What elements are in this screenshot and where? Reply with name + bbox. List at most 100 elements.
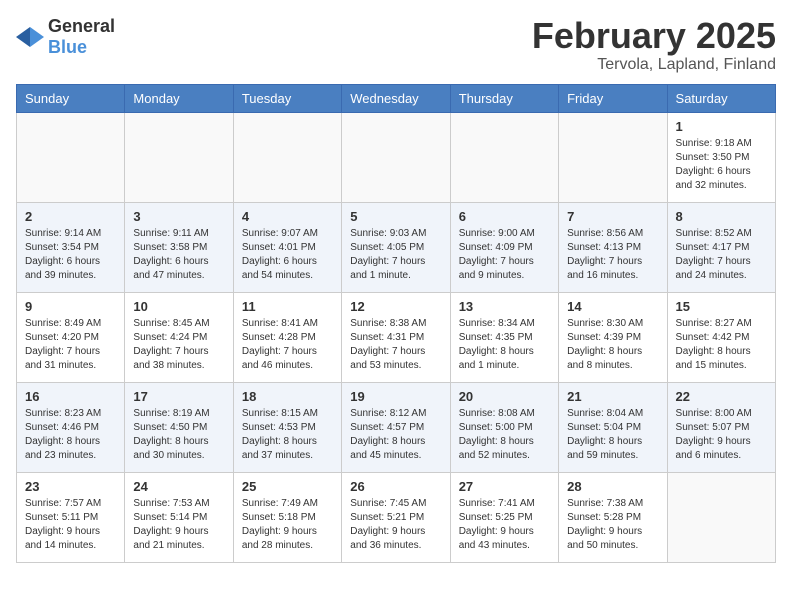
calendar-cell-2-4: 5 Sunrise: 9:03 AM Sunset: 4:05 PM Daylig… — [342, 202, 450, 292]
day-info: Sunrise: 8:34 AM Sunset: 4:35 PM Dayligh… — [459, 317, 550, 373]
day-info: Sunrise: 8:38 AM Sunset: 4:31 PM Dayligh… — [350, 317, 441, 373]
day-info: Sunrise: 8:08 AM Sunset: 5:00 PM Dayligh… — [459, 407, 550, 463]
calendar-cell-1-4 — [342, 112, 450, 202]
calendar-cell-2-3: 4 Sunrise: 9:07 AM Sunset: 4:01 PM Daylig… — [233, 202, 341, 292]
calendar-cell-4-1: 16 Sunrise: 8:23 AM Sunset: 4:46 PM Dayli… — [17, 382, 125, 472]
day-info: Sunrise: 8:04 AM Sunset: 5:04 PM Dayligh… — [567, 407, 658, 463]
weekday-header-saturday: Saturday — [667, 84, 775, 112]
day-number: 22 — [676, 389, 767, 404]
month-title: February 2025 — [532, 16, 776, 56]
day-number: 8 — [676, 209, 767, 224]
calendar-cell-2-1: 2Sunrise: 9:14 AM Sunset: 3:54 PM Daylig… — [17, 202, 125, 292]
day-number: 11 — [242, 299, 333, 314]
day-info: Sunrise: 7:53 AM Sunset: 5:14 PM Dayligh… — [133, 497, 224, 553]
calendar-cell-1-3 — [233, 112, 341, 202]
calendar-cell-4-5: 20 Sunrise: 8:08 AM Sunset: 5:00 PM Dayli… — [450, 382, 558, 472]
day-info: Sunrise: 7:41 AM Sunset: 5:25 PM Dayligh… — [459, 497, 550, 553]
weekday-header-monday: Monday — [125, 84, 233, 112]
day-number: 2 — [25, 209, 116, 224]
calendar-cell-1-2 — [125, 112, 233, 202]
logo-icon — [16, 25, 44, 49]
calendar-cell-3-5: 13 Sunrise: 8:34 AM Sunset: 4:35 PM Dayli… — [450, 292, 558, 382]
day-number: 6 — [459, 209, 550, 224]
day-info: Sunrise: 7:49 AM Sunset: 5:18 PM Dayligh… — [242, 497, 333, 553]
day-info: Sunrise: 8:00 AM Sunset: 5:07 PM Dayligh… — [676, 407, 767, 463]
calendar-cell-5-3: 25 Sunrise: 7:49 AM Sunset: 5:18 PM Dayli… — [233, 472, 341, 562]
calendar-cell-1-7: 1 Sunrise: 9:18 AM Sunset: 3:50 PM Daylig… — [667, 112, 775, 202]
day-info: Sunrise: 9:18 AM Sunset: 3:50 PM Dayligh… — [676, 137, 767, 193]
day-info: Sunrise: 8:23 AM Sunset: 4:46 PM Dayligh… — [25, 407, 116, 463]
day-number: 20 — [459, 389, 550, 404]
day-info: Sunrise: 8:41 AM Sunset: 4:28 PM Dayligh… — [242, 317, 333, 373]
day-info: Sunrise: 8:56 AM Sunset: 4:13 PM Dayligh… — [567, 227, 658, 283]
calendar-cell-1-5 — [450, 112, 558, 202]
calendar-cell-5-5: 27 Sunrise: 7:41 AM Sunset: 5:25 PM Dayli… — [450, 472, 558, 562]
day-info: Sunrise: 7:38 AM Sunset: 5:28 PM Dayligh… — [567, 497, 658, 553]
weekday-header-tuesday: Tuesday — [233, 84, 341, 112]
day-info: Sunrise: 9:11 AM Sunset: 3:58 PM Dayligh… — [133, 227, 224, 283]
calendar-cell-3-1: 9 Sunrise: 8:49 AM Sunset: 4:20 PM Daylig… — [17, 292, 125, 382]
calendar-cell-3-7: 15 Sunrise: 8:27 AM Sunset: 4:42 PM Dayli… — [667, 292, 775, 382]
calendar-cell-3-3: 11 Sunrise: 8:41 AM Sunset: 4:28 PM Dayli… — [233, 292, 341, 382]
calendar-cell-4-7: 22 Sunrise: 8:00 AM Sunset: 5:07 PM Dayli… — [667, 382, 775, 472]
day-info: Sunrise: 7:45 AM Sunset: 5:21 PM Dayligh… — [350, 497, 441, 553]
calendar-cell-3-4: 12 Sunrise: 8:38 AM Sunset: 4:31 PM Dayli… — [342, 292, 450, 382]
calendar-cell-4-6: 21 Sunrise: 8:04 AM Sunset: 5:04 PM Dayli… — [559, 382, 667, 472]
calendar-cell-5-7 — [667, 472, 775, 562]
logo-general-text: General — [48, 16, 115, 36]
logo-blue-text: Blue — [48, 37, 87, 57]
calendar-cell-5-2: 24 Sunrise: 7:53 AM Sunset: 5:14 PM Dayli… — [125, 472, 233, 562]
day-info: Sunrise: 8:19 AM Sunset: 4:50 PM Dayligh… — [133, 407, 224, 463]
day-number: 1 — [676, 119, 767, 134]
calendar-cell-5-4: 26 Sunrise: 7:45 AM Sunset: 5:21 PM Dayli… — [342, 472, 450, 562]
day-number: 12 — [350, 299, 441, 314]
calendar-cell-2-7: 8 Sunrise: 8:52 AM Sunset: 4:17 PM Daylig… — [667, 202, 775, 292]
day-number: 25 — [242, 479, 333, 494]
calendar-cell-2-5: 6 Sunrise: 9:00 AM Sunset: 4:09 PM Daylig… — [450, 202, 558, 292]
day-info: Sunrise: 8:12 AM Sunset: 4:57 PM Dayligh… — [350, 407, 441, 463]
calendar-cell-4-4: 19 Sunrise: 8:12 AM Sunset: 4:57 PM Dayli… — [342, 382, 450, 472]
calendar-cell-2-2: 3 Sunrise: 9:11 AM Sunset: 3:58 PM Daylig… — [125, 202, 233, 292]
calendar-cell-4-2: 17 Sunrise: 8:19 AM Sunset: 4:50 PM Dayli… — [125, 382, 233, 472]
day-number: 21 — [567, 389, 658, 404]
day-number: 5 — [350, 209, 441, 224]
day-number: 15 — [676, 299, 767, 314]
day-number: 10 — [133, 299, 224, 314]
day-number: 9 — [25, 299, 116, 314]
day-number: 24 — [133, 479, 224, 494]
day-info: Sunrise: 8:49 AM Sunset: 4:20 PM Dayligh… — [25, 317, 116, 373]
calendar-cell-1-6 — [559, 112, 667, 202]
day-info: Sunrise: 9:07 AM Sunset: 4:01 PM Dayligh… — [242, 227, 333, 283]
day-number: 27 — [459, 479, 550, 494]
calendar-cell-1-1 — [17, 112, 125, 202]
day-number: 26 — [350, 479, 441, 494]
day-info: Sunrise: 7:57 AM Sunset: 5:11 PM Dayligh… — [25, 497, 116, 553]
day-info: Sunrise: 8:15 AM Sunset: 4:53 PM Dayligh… — [242, 407, 333, 463]
calendar-cell-2-6: 7 Sunrise: 8:56 AM Sunset: 4:13 PM Daylig… — [559, 202, 667, 292]
day-info: Sunrise: 8:30 AM Sunset: 4:39 PM Dayligh… — [567, 317, 658, 373]
day-number: 19 — [350, 389, 441, 404]
location-title: Tervola, Lapland, Finland — [532, 56, 776, 74]
page-header: General Blue February 2025 Tervola, Lapl… — [16, 16, 776, 74]
calendar-cell-5-1: 23 Sunrise: 7:57 AM Sunset: 5:11 PM Dayli… — [17, 472, 125, 562]
calendar-cell-4-3: 18Sunrise: 8:15 AM Sunset: 4:53 PM Dayli… — [233, 382, 341, 472]
day-info: Sunrise: 9:03 AM Sunset: 4:05 PM Dayligh… — [350, 227, 441, 283]
day-number: 3 — [133, 209, 224, 224]
day-info: Sunrise: 8:45 AM Sunset: 4:24 PM Dayligh… — [133, 317, 224, 373]
day-info: Sunrise: 8:52 AM Sunset: 4:17 PM Dayligh… — [676, 227, 767, 283]
weekday-header-thursday: Thursday — [450, 84, 558, 112]
calendar-table: SundayMondayTuesdayWednesdayThursdayFrid… — [16, 84, 776, 563]
weekday-header-friday: Friday — [559, 84, 667, 112]
day-number: 23 — [25, 479, 116, 494]
day-number: 13 — [459, 299, 550, 314]
day-number: 28 — [567, 479, 658, 494]
day-number: 17 — [133, 389, 224, 404]
title-area: February 2025 Tervola, Lapland, Finland — [532, 16, 776, 74]
calendar-cell-3-6: 14Sunrise: 8:30 AM Sunset: 4:39 PM Dayli… — [559, 292, 667, 382]
day-info: Sunrise: 9:00 AM Sunset: 4:09 PM Dayligh… — [459, 227, 550, 283]
day-number: 16 — [25, 389, 116, 404]
calendar-cell-5-6: 28 Sunrise: 7:38 AM Sunset: 5:28 PM Dayli… — [559, 472, 667, 562]
day-number: 4 — [242, 209, 333, 224]
day-number: 7 — [567, 209, 658, 224]
day-info: Sunrise: 8:27 AM Sunset: 4:42 PM Dayligh… — [676, 317, 767, 373]
